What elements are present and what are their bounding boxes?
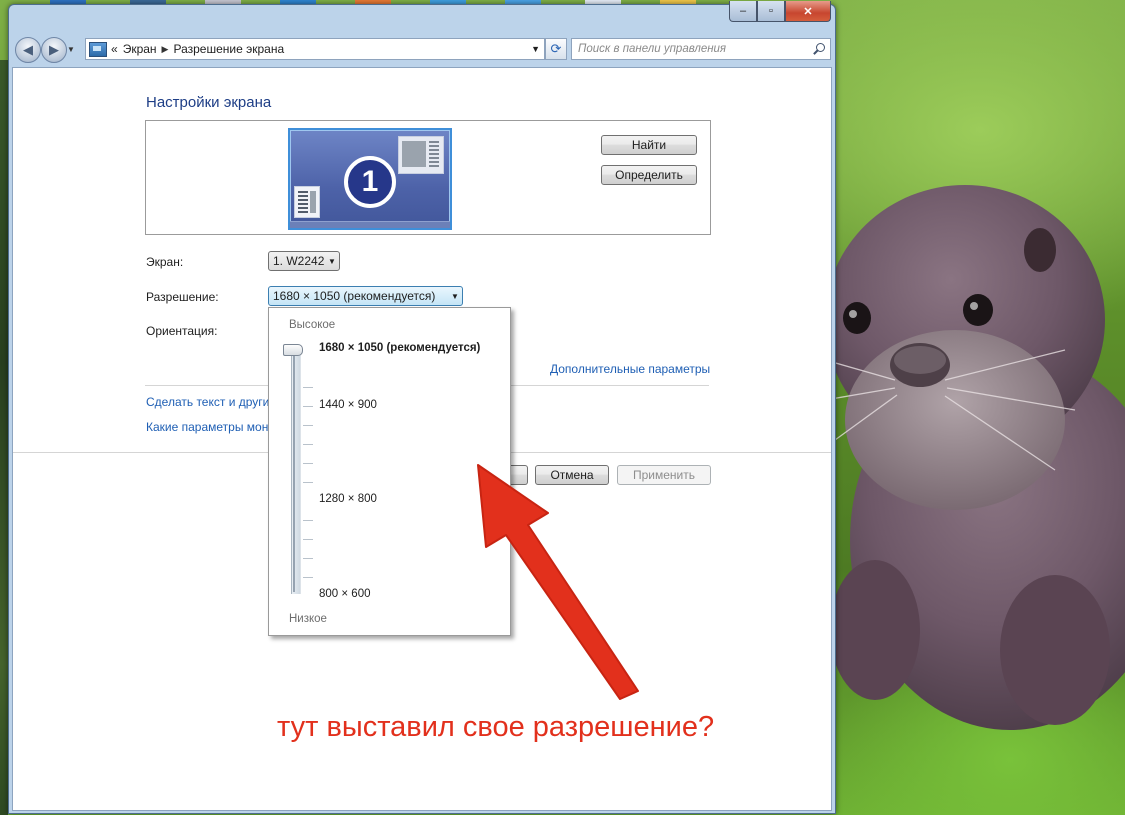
address-bar[interactable]: « Экран ▶ Разрешение экрана ▼ <box>85 38 545 60</box>
mini-sidebar-thumbnail <box>294 186 320 218</box>
minimize-button[interactable]: ‒ <box>729 1 757 22</box>
breadcrumb-screen-resolution[interactable]: Разрешение экрана <box>173 42 284 56</box>
recent-pages-chevron-icon[interactable]: ▼ <box>67 45 75 54</box>
navigation-bar: ◀ ▶ ▼ « Экран ▶ Разрешение экрана ▼ ⟳ По… <box>13 35 831 63</box>
resolution-low-label: Низкое <box>289 613 327 625</box>
monitor-taskbar-thumbnail <box>290 221 450 228</box>
slider-tick <box>303 406 313 407</box>
window-caption-buttons: ‒ ▫ ✕ <box>729 1 831 23</box>
address-dropdown-icon[interactable]: ▼ <box>531 44 540 54</box>
refresh-button[interactable]: ⟳ <box>545 38 567 60</box>
resolution-select-value: 1680 × 1050 (рекомендуется) <box>273 289 436 303</box>
arrow-right-icon: ▶ <box>49 42 59 57</box>
slider-tick <box>303 520 313 521</box>
annotation-arrow <box>477 464 639 700</box>
forward-button[interactable]: ▶ <box>41 37 67 63</box>
advanced-settings-link[interactable]: Дополнительные параметры <box>550 362 710 376</box>
orientation-label: Ориентация: <box>146 324 218 338</box>
monitor-1-preview[interactable]: 1 <box>288 128 452 230</box>
breadcrumb-screen[interactable]: Экран <box>123 42 157 56</box>
control-panel-window: ‒ ▫ ✕ ◀ ▶ ▼ « Экран ▶ Разрешение экрана … <box>8 1 836 814</box>
resolution-slider-fill <box>293 352 295 592</box>
identify-button[interactable]: Определить <box>601 165 697 185</box>
slider-tick <box>303 558 313 559</box>
slider-tick <box>303 425 313 426</box>
find-button[interactable]: Найти <box>601 135 697 155</box>
screen-select[interactable]: 1. W2242 ▼ <box>268 251 340 271</box>
refresh-icon: ⟳ <box>550 41 562 56</box>
resolution-option-800x600[interactable]: 800 × 600 <box>319 588 370 600</box>
resolution-high-label: Высокое <box>289 319 336 331</box>
resolution-option-1680x1050[interactable]: 1680 × 1050 (рекомендуется) <box>319 342 480 354</box>
arrow-left-icon: ◀ <box>23 42 33 57</box>
slider-tick <box>303 444 313 445</box>
chevron-down-icon: ▼ <box>328 256 336 266</box>
maximize-button[interactable]: ▫ <box>757 1 785 22</box>
control-panel-icon <box>89 41 107 57</box>
search-box[interactable]: Поиск в панели управления <box>571 38 831 60</box>
text-size-link[interactable]: Сделать текст и други <box>146 395 269 409</box>
content-pane: Настройки экрана 1 Найти Определить Экра… <box>12 67 832 811</box>
screen-select-value: 1. W2242 <box>273 254 325 268</box>
resolution-option-1280x800[interactable]: 1280 × 800 <box>319 493 377 505</box>
slider-tick <box>303 577 313 578</box>
slider-tick <box>303 539 313 540</box>
mini-window-thumbnail <box>398 136 444 174</box>
page-title: Настройки экрана <box>146 94 272 111</box>
screen-label: Экран: <box>146 255 184 269</box>
chevron-down-icon: ▼ <box>451 291 459 301</box>
search-input[interactable]: Поиск в панели управления <box>572 43 812 55</box>
resolution-label: Разрешение: <box>146 290 219 304</box>
monitor-settings-help-link[interactable]: Какие параметры мон <box>146 420 268 434</box>
search-icon[interactable] <box>812 42 826 56</box>
monitor-number-badge: 1 <box>344 156 396 208</box>
breadcrumb-overflow[interactable]: « <box>111 42 118 56</box>
annotation-text: тут выставил свое разрешение? <box>277 711 715 743</box>
resolution-select[interactable]: 1680 × 1050 (рекомендуется) ▼ <box>268 286 463 306</box>
desktop-icon-strip <box>0 60 8 815</box>
otter-wallpaper-image <box>835 185 1125 730</box>
resolution-slider-thumb[interactable] <box>283 344 303 356</box>
slider-tick <box>303 482 313 483</box>
resolution-option-1440x900[interactable]: 1440 × 900 <box>319 399 377 411</box>
close-button[interactable]: ✕ <box>785 1 831 22</box>
slider-tick <box>303 387 313 388</box>
back-button[interactable]: ◀ <box>15 37 41 63</box>
breadcrumb-separator-icon[interactable]: ▶ <box>162 44 169 55</box>
slider-tick <box>303 463 313 464</box>
